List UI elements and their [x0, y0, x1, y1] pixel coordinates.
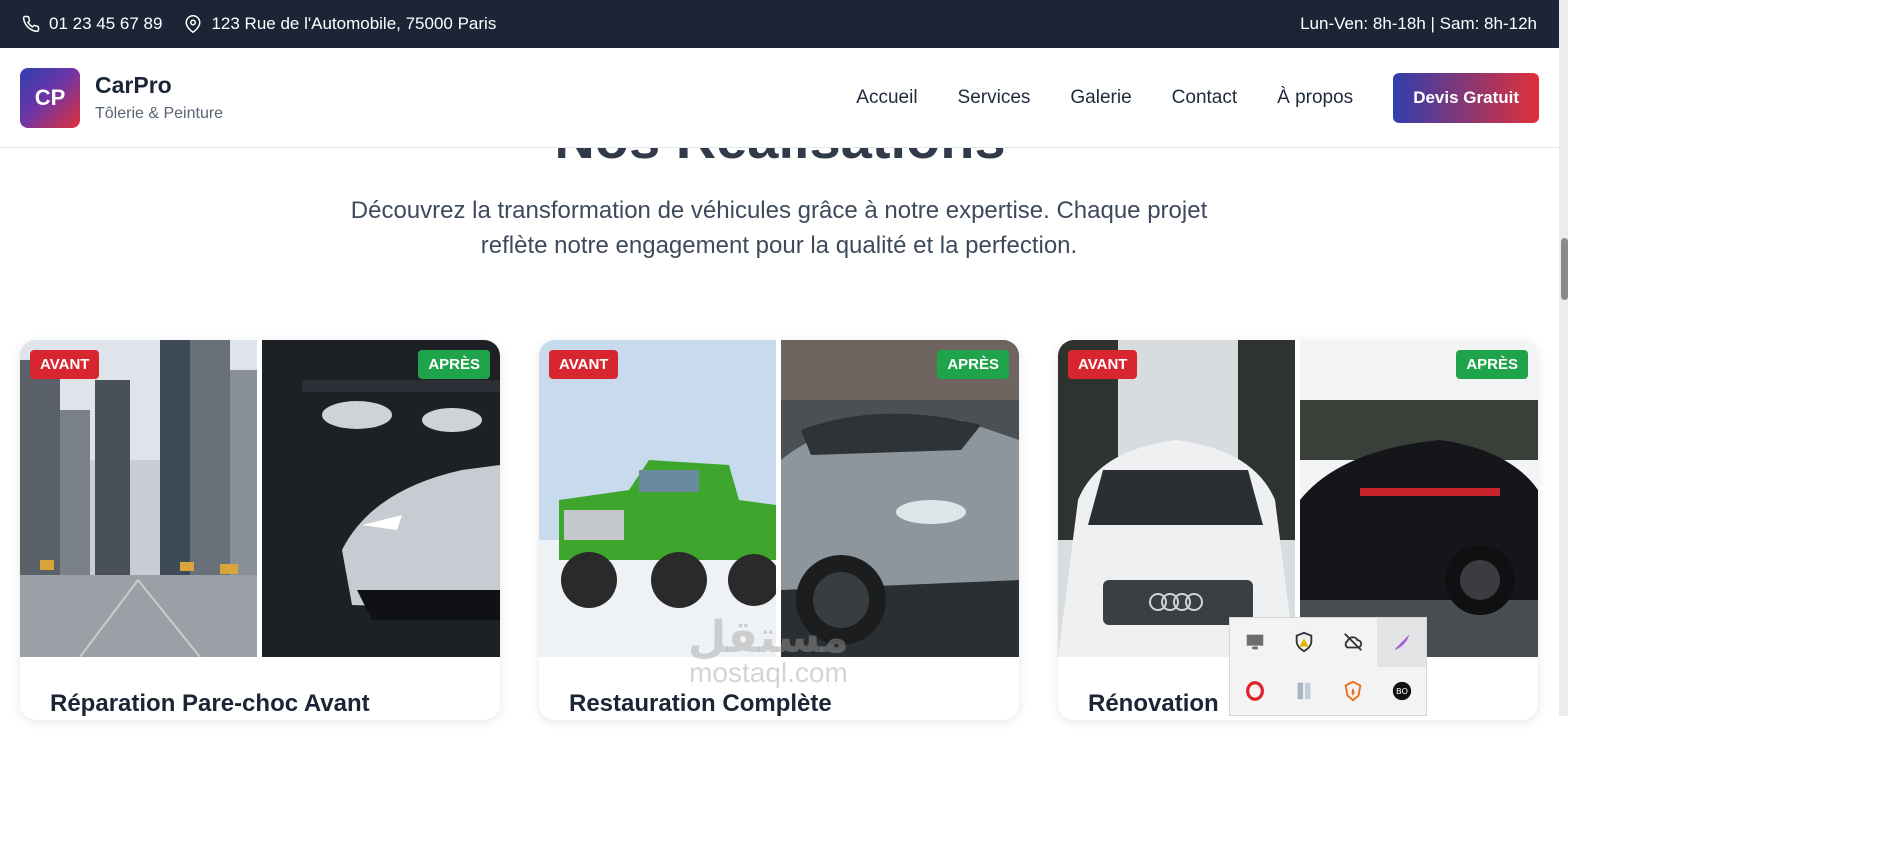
- phone-info[interactable]: 01 23 45 67 89: [22, 14, 162, 34]
- svg-text:BO: BO: [1395, 686, 1408, 696]
- contact-info: 01 23 45 67 89 123 Rue de l'Automobile, …: [22, 14, 496, 34]
- intro-line-2: reflète notre engagement pour la qualité…: [480, 232, 1078, 259]
- before-image: [20, 340, 257, 658]
- brand-name: CarPro: [95, 72, 172, 98]
- monitor-icon[interactable]: [1230, 618, 1279, 667]
- nav-contact[interactable]: Contact: [1172, 87, 1237, 109]
- server-icon[interactable]: [1279, 667, 1328, 716]
- intro-line-1: Découvrez la transformation de véhicules…: [350, 197, 1208, 224]
- section-intro: Découvrez la transformation de véhicules…: [200, 193, 1358, 263]
- after-badge: APRÈS: [418, 350, 490, 379]
- cloud-off-icon[interactable]: [1328, 618, 1377, 667]
- after-image: [781, 340, 1019, 657]
- before-image: [539, 340, 780, 657]
- after-image: [262, 340, 500, 657]
- opening-hours: Lun-Ven: 8h-18h | Sam: 8h-12h: [1300, 14, 1537, 33]
- card-title: Réparation Pare-choc Avant: [50, 690, 370, 717]
- nav-a-propos[interactable]: À propos: [1277, 87, 1353, 109]
- feather-icon[interactable]: [1377, 618, 1426, 667]
- before-badge: AVANT: [30, 350, 100, 379]
- watermark-latin: mostaql.com: [689, 657, 848, 688]
- after-badge: APRÈS: [1456, 350, 1528, 379]
- before-badge: AVANT: [549, 350, 619, 379]
- free-quote-button[interactable]: Devis Gratuit: [1393, 72, 1539, 123]
- nav-accueil[interactable]: Accueil: [856, 87, 917, 109]
- shield-warning-icon[interactable]: [1279, 618, 1328, 667]
- top-info-bar: 01 23 45 67 89 123 Rue de l'Automobile, …: [0, 0, 1559, 48]
- page-scrollbar[interactable]: [1559, 0, 1568, 716]
- address-info: 123 Rue de l'Automobile, 75000 Paris: [184, 14, 496, 34]
- brave-icon[interactable]: [1328, 667, 1377, 716]
- brand-tagline: Tôlerie & Peinture: [95, 105, 224, 122]
- nav-galerie[interactable]: Galerie: [1070, 87, 1131, 109]
- nav-services[interactable]: Services: [958, 87, 1031, 109]
- watermark: مستقل mostaql.com: [688, 612, 849, 689]
- map-pin-icon: [184, 15, 202, 33]
- main-nav: Accueil Services Galerie Contact À propo…: [856, 72, 1539, 123]
- phone-number: 01 23 45 67 89: [49, 14, 163, 33]
- card-title: Restauration Complète: [569, 690, 832, 717]
- after-badge: APRÈS: [937, 350, 1009, 379]
- scrollbar-thumb[interactable]: [1561, 238, 1568, 300]
- address-text: 123 Rue de l'Automobile, 75000 Paris: [211, 14, 497, 33]
- project-card[interactable]: AVANT APRÈS Réparation Pare-choc Avant: [20, 340, 500, 720]
- system-tray-overflow: BO: [1229, 617, 1427, 716]
- brand-block: CarPro Tôlerie & Peinture: [95, 72, 223, 123]
- before-badge: AVANT: [1068, 350, 1138, 379]
- phone-icon: [22, 15, 40, 33]
- before-image: [1058, 340, 1295, 657]
- bo-icon[interactable]: BO: [1377, 667, 1426, 716]
- opera-icon[interactable]: [1230, 667, 1279, 716]
- site-header: CP CarPro Tôlerie & Peinture Accueil Ser…: [0, 48, 1559, 148]
- watermark-arabic: مستقل: [688, 613, 849, 662]
- logo[interactable]: CP: [20, 67, 80, 128]
- after-image: [1300, 340, 1538, 657]
- card-title: Rénovation: [1088, 690, 1219, 717]
